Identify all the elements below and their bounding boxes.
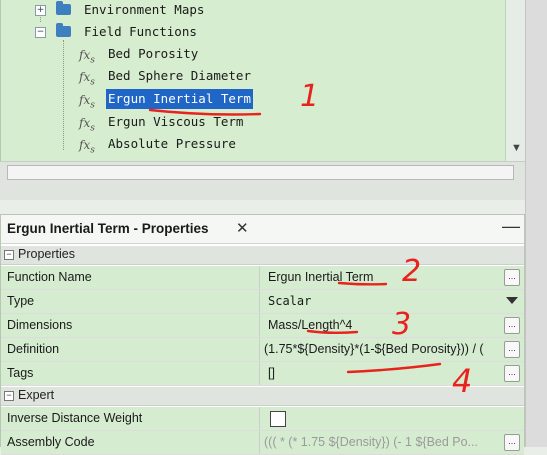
folder-icon xyxy=(56,1,71,15)
section-title: Expert xyxy=(18,388,55,402)
tree-item-label: Bed Porosity xyxy=(108,46,199,61)
edit-button[interactable]: ... xyxy=(504,317,520,334)
type-select[interactable]: Scalar xyxy=(260,290,524,313)
tree-item-label: Field Functions xyxy=(84,24,197,39)
properties-panel: Ergun Inertial Term - Properties ✕ — − P… xyxy=(0,214,525,455)
property-name: Inverse Distance Weight xyxy=(1,407,260,430)
property-name: Dimensions xyxy=(1,314,260,337)
property-row-tags: Tags [] ... xyxy=(1,362,524,386)
property-name: Definition xyxy=(1,338,260,361)
tree-item-label: Bed Sphere Diameter xyxy=(108,68,251,83)
tree-item-environment-maps[interactable]: + Environment Maps xyxy=(1,0,501,20)
tree-item-label: Environment Maps xyxy=(84,2,205,17)
property-name: Type xyxy=(1,290,260,313)
property-name: Function Name xyxy=(1,266,260,289)
close-icon[interactable]: ✕ xyxy=(236,219,249,237)
navigation-tree: + Environment Maps − Field Functions fxs… xyxy=(0,0,526,161)
scroll-down-icon[interactable]: ▼ xyxy=(511,142,522,154)
section-title: Properties xyxy=(18,247,75,261)
collapse-icon[interactable]: − xyxy=(4,250,14,260)
collapse-icon[interactable]: − xyxy=(4,391,14,401)
tree-item-label-selected: Ergun Inertial Term xyxy=(106,89,253,109)
property-name: Tags xyxy=(1,362,260,385)
properties-panel-header: Ergun Inertial Term - Properties ✕ — xyxy=(1,215,524,244)
section-header-properties[interactable]: − Properties xyxy=(1,246,524,265)
property-name: Assembly Code xyxy=(1,431,260,454)
section-header-expert[interactable]: − Expert xyxy=(1,387,524,406)
property-row-function-name: Function Name Ergun Inertial Term ... xyxy=(1,266,524,290)
collapse-icon[interactable]: − xyxy=(35,27,46,38)
function-name-value[interactable]: Ergun Inertial Term xyxy=(260,266,524,289)
inverse-distance-weight-cell xyxy=(260,407,524,430)
minimize-icon[interactable]: — xyxy=(502,216,520,237)
horizontal-scrollbar[interactable] xyxy=(7,165,514,180)
tree-item-label: Ergun Viscous Term xyxy=(108,114,244,129)
property-row-assembly-code: Assembly Code ((( * (* 1.75 ${Density}) … xyxy=(1,431,524,455)
tree-horizontal-scroll-area xyxy=(0,161,525,200)
expand-icon[interactable]: + xyxy=(35,5,46,16)
dropdown-arrow-icon[interactable] xyxy=(506,297,518,304)
edit-button[interactable]: ... xyxy=(504,434,520,451)
property-row-type: Type Scalar xyxy=(1,290,524,314)
tree-item-field-functions[interactable]: − Field Functions xyxy=(1,22,501,42)
tree-item-ergun-viscous-term[interactable]: fxs Ergun Viscous Term xyxy=(1,112,501,133)
definition-value[interactable]: (1.75*${Density}*(1-${Bed Porosity})) / … xyxy=(260,338,524,361)
right-gutter xyxy=(525,0,547,447)
tree-item-absolute-pressure[interactable]: fxs Absolute Pressure xyxy=(1,134,501,155)
property-row-inverse-distance-weight: Inverse Distance Weight xyxy=(1,407,524,431)
edit-button[interactable]: ... xyxy=(504,269,520,286)
dimensions-value[interactable]: Mass/Length^4 xyxy=(260,314,524,337)
edit-button[interactable]: ... xyxy=(504,341,520,358)
field-function-icon: fxs xyxy=(79,138,95,156)
tree-item-bed-sphere-diameter[interactable]: fxs Bed Sphere Diameter xyxy=(1,66,501,87)
assembly-code-value: ((( * (* 1.75 ${Density}) (- 1 ${Bed Po.… xyxy=(260,431,524,454)
folder-icon xyxy=(56,23,71,37)
inverse-distance-weight-checkbox[interactable] xyxy=(270,411,286,427)
edit-button[interactable]: ... xyxy=(504,365,520,382)
property-row-definition: Definition (1.75*${Density}*(1-${Bed Por… xyxy=(1,338,524,362)
tree-item-ergun-inertial-term[interactable]: fxs Ergun Inertial Term xyxy=(1,89,501,110)
tree-vertical-scrollbar[interactable]: ▼ xyxy=(505,0,526,161)
tags-value[interactable]: [] xyxy=(260,362,524,385)
tree-item-bed-porosity[interactable]: fxs Bed Porosity xyxy=(1,44,501,65)
tree-item-label: Absolute Pressure xyxy=(108,136,236,151)
properties-panel-title: Ergun Inertial Term - Properties xyxy=(7,221,209,236)
property-row-dimensions: Dimensions Mass/Length^4 ... xyxy=(1,314,524,338)
